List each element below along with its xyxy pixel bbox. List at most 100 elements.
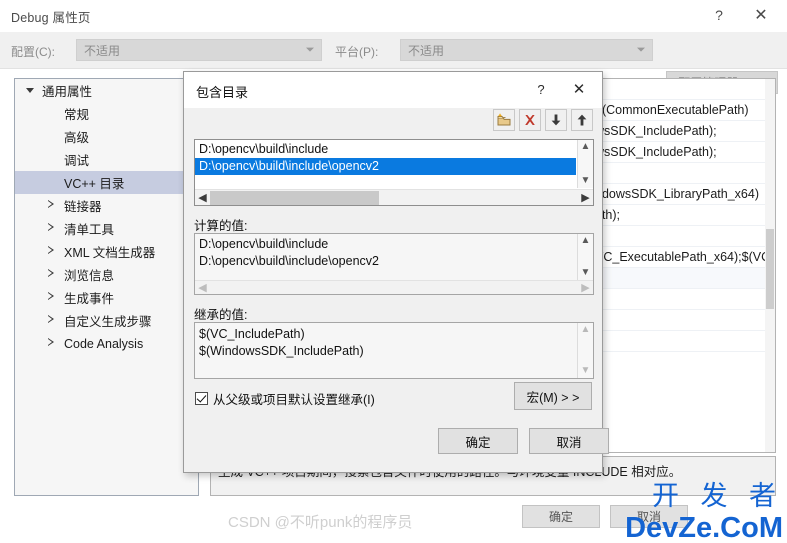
dialog-title: 包含目录 [196, 85, 249, 100]
inherit-checkbox-row[interactable]: 从父级或项目默认设置继承(I) [195, 389, 375, 408]
settings-tree[interactable]: 通用属性常规高级调试 VC++ 目录 链接器清单工具 XML 文档生成器 浏览信息生成事… [14, 78, 199, 496]
tree-item-6[interactable]: 清单工具 [15, 217, 198, 240]
tree-item-label: 生成事件 [64, 292, 115, 306]
tree-item-label: 浏览信息 [64, 269, 115, 283]
directory-list-item[interactable]: D:\opencv\build\include\opencv2 [195, 158, 576, 175]
dialog-ok-button[interactable]: 确定 [438, 428, 518, 454]
devze-watermark-line1: 开 发 者 [651, 481, 783, 511]
expander-right-icon[interactable] [45, 338, 58, 349]
chevron-up-icon[interactable]: ▲ [581, 236, 591, 246]
property-value: $(CommonExecutablePath) [595, 103, 749, 117]
dialog-help-icon[interactable]: ? [526, 76, 556, 102]
directories-list-hscrollbar[interactable]: ◀ ▶ [195, 189, 593, 205]
expander-right-icon[interactable] [45, 269, 58, 280]
dialog-toolbar [493, 109, 593, 131]
chevron-down-icon[interactable]: ▼ [581, 268, 591, 278]
move-down-icon[interactable] [545, 109, 567, 131]
evaluated-value-label: 计算的值: [194, 219, 248, 233]
chevron-up-icon[interactable]: ▲ [581, 325, 591, 335]
chevron-left-icon: ◀ [198, 282, 207, 294]
inherited-vscrollbar[interactable]: ▲ ▼ [577, 323, 593, 378]
tree-item-5[interactable]: 链接器 [15, 194, 198, 217]
directories-list[interactable]: D:\opencv\build\include D:\opencv\build\i… [194, 139, 594, 206]
evaluated-value-list: D:\opencv\build\include D:\opencv\build\i… [194, 233, 594, 295]
tree-item-label: 高级 [64, 131, 90, 145]
chevron-down-icon [306, 47, 314, 52]
property-value: ndowsSDK_LibraryPath_x64) [595, 187, 759, 201]
chevron-right-icon[interactable]: ▶ [578, 191, 593, 204]
devze-watermark: 开 发 者 DevZe.CoM [625, 483, 783, 543]
configuration-combo-value: 不适用 [84, 43, 121, 58]
property-grid-scrollbar[interactable] [765, 79, 775, 452]
dialog-close-icon[interactable]: ✕ [564, 76, 594, 102]
window-help-icon[interactable]: ? [701, 0, 737, 30]
expander-right-icon[interactable] [45, 246, 58, 257]
inherit-checkbox-label: 从父级或项目默认设置继承(I) [213, 393, 375, 407]
tree-item-4[interactable]: VC++ 目录 [15, 171, 198, 194]
expander-right-icon[interactable] [45, 200, 58, 211]
inherited-list-item: $(WindowsSDK_IncludePath) [199, 344, 364, 358]
tree-item-label: 自定义生成步骤 [64, 315, 152, 329]
window-close-icon[interactable]: ✕ [743, 0, 779, 30]
window-title: Debug 属性页 [11, 11, 91, 25]
macros-button[interactable]: 宏(M) > > [514, 382, 592, 410]
chevron-up-icon[interactable]: ▲ [581, 142, 591, 152]
expander-right-icon[interactable] [45, 315, 58, 326]
platform-combo[interactable]: 不适用 [400, 39, 653, 61]
property-value: wsSDK_IncludePath); [595, 124, 717, 138]
window-titlebar: Debug 属性页 ? ✕ [0, 0, 787, 32]
tree-item-10[interactable]: 自定义生成步骤 [15, 309, 198, 332]
directory-list-item[interactable]: D:\opencv\build\include [195, 141, 576, 158]
tree-item-label: VC++ 目录 [64, 177, 125, 191]
tree-item-11[interactable]: Code Analysis [15, 332, 198, 355]
app-root: Debug 属性页 ? ✕ 配置(C): 不适用 平台(P): 不适用 配置管理… [0, 0, 787, 543]
dialog-titlebar: 包含目录 ? ✕ [184, 72, 602, 108]
tree-item-9[interactable]: 生成事件 [15, 286, 198, 309]
tree-item-label: 清单工具 [64, 223, 115, 237]
tree-item-label: 链接器 [64, 200, 102, 214]
chevron-left-icon[interactable]: ◀ [195, 191, 210, 204]
tree-item-label: XML 文档生成器 [64, 246, 156, 260]
tree-item-2[interactable]: 高级 [15, 125, 198, 148]
inherit-checkbox[interactable] [195, 392, 208, 405]
window-ok-button[interactable]: 确定 [522, 505, 600, 528]
expander-down-icon[interactable] [23, 87, 36, 95]
dialog-cancel-button[interactable]: 取消 [529, 428, 609, 454]
chevron-right-icon: ▶ [581, 282, 590, 294]
hscroll-track[interactable] [210, 190, 578, 205]
delete-icon[interactable] [519, 109, 541, 131]
expander-right-icon[interactable] [45, 223, 58, 234]
tree-item-0[interactable]: 通用属性 [15, 79, 198, 102]
platform-label: 平台(P): [335, 45, 379, 59]
inherited-value-label: 继承的值: [194, 308, 248, 322]
inherited-value-list: $(VC_IncludePath) $(WindowsSDK_IncludePat… [194, 322, 594, 379]
evaluated-hscrollbar[interactable]: ◀ ▶ [195, 280, 593, 294]
chevron-down-icon[interactable]: ▼ [581, 366, 591, 376]
property-value: wsSDK_IncludePath); [595, 145, 717, 159]
tree-item-7[interactable]: XML 文档生成器 [15, 240, 198, 263]
evaluated-list-item: D:\opencv\build\include\opencv2 [199, 254, 379, 268]
tree-item-8[interactable]: 浏览信息 [15, 263, 198, 286]
configuration-label: 配置(C): [11, 45, 55, 59]
tree-item-label: 常规 [64, 108, 90, 122]
include-directories-dialog: 包含目录 ? ✕ D:\opencv\build\include D:\open… [183, 71, 609, 473]
chevron-down-icon [637, 47, 645, 52]
hscroll-thumb[interactable] [210, 190, 380, 205]
tree-item-label: 通用属性 [42, 85, 93, 99]
move-up-icon[interactable] [571, 109, 593, 131]
configuration-combo[interactable]: 不适用 [76, 39, 322, 61]
tree-item-3[interactable]: 调试 [15, 148, 198, 171]
tree-item-label: Code Analysis [64, 336, 144, 351]
configuration-bar: 配置(C): 不适用 平台(P): 不适用 配置管理器(O)... [0, 32, 787, 94]
new-folder-icon[interactable] [493, 109, 515, 131]
devze-watermark-line2: DevZe.CoM [625, 512, 783, 543]
chevron-down-icon[interactable]: ▼ [581, 176, 591, 186]
evaluated-vscrollbar[interactable]: ▲ ▼ [577, 234, 593, 280]
csdn-watermark: CSDN @不听punk的程序员 [228, 514, 413, 531]
directories-list-vscrollbar[interactable]: ▲ ▼ [577, 140, 593, 188]
evaluated-list-item: D:\opencv\build\include [199, 237, 329, 251]
tree-item-1[interactable]: 常规 [15, 102, 198, 125]
property-grid-scroll-thumb[interactable] [766, 229, 774, 309]
expander-right-icon[interactable] [45, 292, 58, 303]
platform-combo-value: 不适用 [408, 43, 445, 58]
